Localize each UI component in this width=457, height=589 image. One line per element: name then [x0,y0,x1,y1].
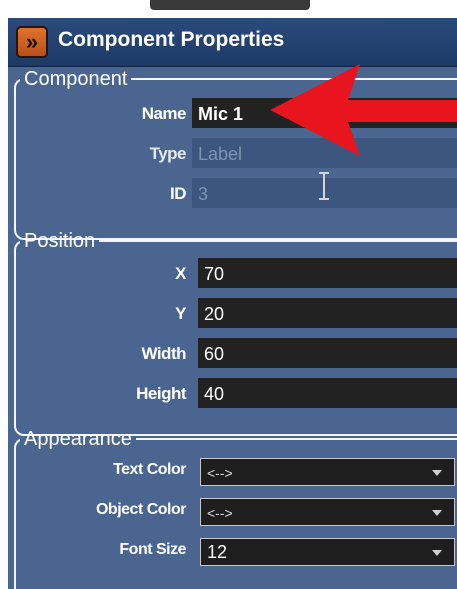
text-cursor-icon [319,172,329,200]
font-size-value: 12 [207,542,228,562]
y-row: Y 20 [8,298,457,328]
text-color-value: <--> [207,465,233,481]
font-size-row: Font Size 12 [8,538,457,568]
font-size-select[interactable]: 12 [200,538,455,566]
text-color-row: Text Color <--> [8,458,457,488]
width-field[interactable]: 60 [198,338,457,368]
width-row: Width 60 [8,338,457,368]
y-field[interactable]: 20 [198,298,457,328]
tab-edge [150,0,310,10]
red-arrow-icon [270,64,457,156]
object-color-label: Object Color [95,501,187,518]
type-label: Type [149,144,187,163]
id-row: ID 3 [8,178,457,208]
panel-title: Component Properties [58,28,285,51]
dropdown-arrow-icon [432,510,442,516]
x-label: X [175,264,186,283]
y-label: Y [175,304,186,323]
dropdown-arrow-icon [432,470,442,476]
top-strip [0,0,457,18]
appearance-legend: Appearance [24,428,132,450]
text-color-label: Text Color [113,461,186,478]
name-label: Name [141,104,187,123]
width-label: Width [141,344,186,363]
panel-titlebar: » Component Properties [8,18,457,67]
x-row: X 70 [8,258,457,288]
object-color-select[interactable]: <--> [200,498,455,526]
height-field[interactable]: 40 [198,378,457,408]
text-color-select[interactable]: <--> [200,458,455,486]
double-chevron-right-icon[interactable]: » [16,26,48,58]
id-label: ID [170,184,187,203]
font-size-label: Font Size [119,541,186,558]
position-legend: Position [24,230,96,252]
object-color-value: <--> [207,505,233,521]
x-field[interactable]: 70 [198,258,457,288]
height-label: Height [136,384,186,403]
component-legend: Component [24,68,128,90]
height-row: Height 40 [8,378,457,408]
object-color-row: Object Color <--> [8,498,457,528]
dropdown-arrow-icon [432,550,442,556]
